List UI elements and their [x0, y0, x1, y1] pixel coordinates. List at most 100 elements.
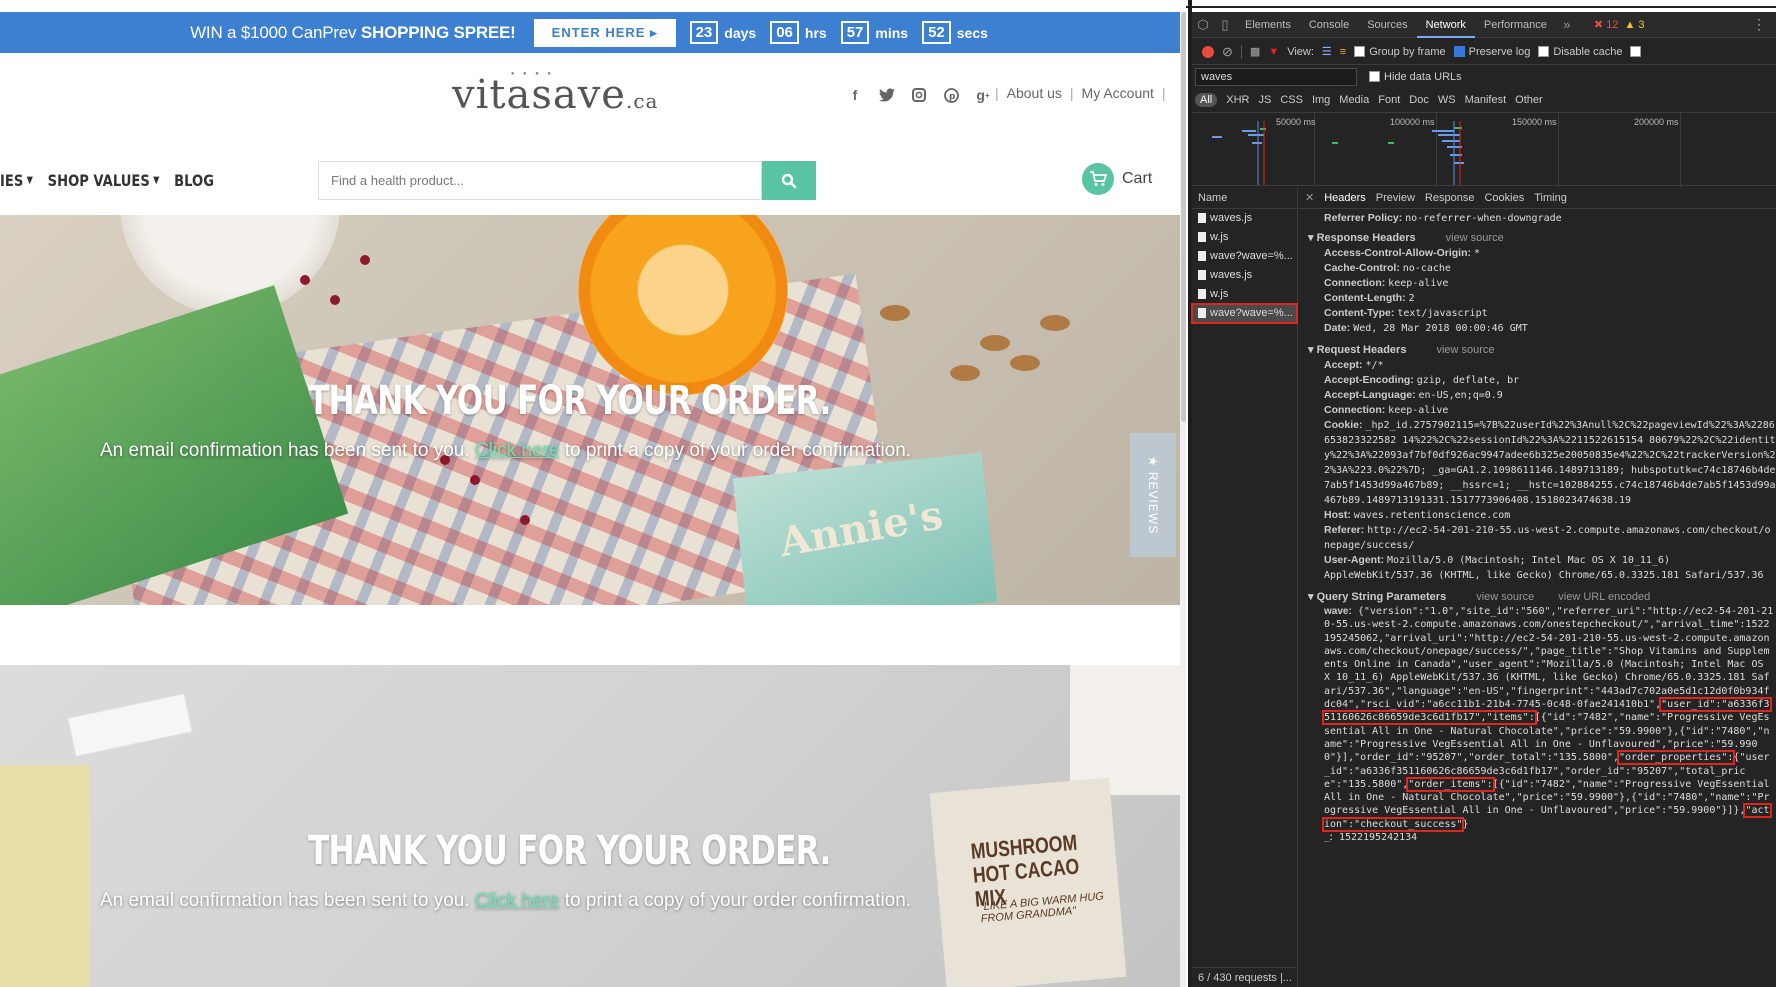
- about-us-link[interactable]: About us: [1007, 85, 1062, 101]
- search-input[interactable]: Find a health product...: [318, 161, 762, 200]
- type-filter-js[interactable]: JS: [1258, 94, 1271, 106]
- cart-link[interactable]: Cart: [1082, 163, 1152, 195]
- request-headers-section[interactable]: ▾ Request Headers view source: [1299, 342, 1776, 358]
- request-row[interactable]: waves.js: [1192, 209, 1297, 228]
- close-detail-icon[interactable]: ✕: [1305, 191, 1314, 204]
- countdown-mins: 57: [840, 21, 870, 44]
- disable-cache-checkbox[interactable]: Disable cache: [1538, 45, 1622, 58]
- devtools-menu-icon[interactable]: ⋮: [1752, 16, 1766, 33]
- request-row[interactable]: wave?wave=%...: [1192, 247, 1297, 266]
- type-filter-ws[interactable]: WS: [1438, 94, 1456, 106]
- waterfall-view-icon[interactable]: ≡: [1340, 46, 1346, 58]
- view-url-encoded-link[interactable]: view URL encoded: [1558, 591, 1650, 603]
- caret-down-icon: ▼: [153, 175, 160, 186]
- enter-here-button[interactable]: ENTER HERE ▸: [533, 18, 676, 47]
- list-view-icon[interactable]: ☰: [1322, 45, 1332, 58]
- top-links: | About us | My Account |: [995, 85, 1166, 101]
- name-column-header[interactable]: Name: [1192, 187, 1297, 209]
- print-confirmation-link-2[interactable]: Click here: [475, 890, 559, 911]
- facebook-icon[interactable]: f: [846, 86, 864, 104]
- inspect-element-icon[interactable]: ⬡: [1192, 17, 1214, 33]
- tab-cookies[interactable]: Cookies: [1484, 192, 1524, 204]
- nav-item-categories[interactable]: IES ▼: [0, 171, 33, 190]
- tab-sources[interactable]: Sources: [1358, 12, 1416, 38]
- filter-input[interactable]: waves: [1195, 68, 1357, 86]
- email-confirmation-text-2: An email confirmation has been sent to y…: [100, 890, 912, 911]
- request-list: Name waves.js w.js wave?wave=%... waves.…: [1191, 187, 1298, 987]
- twitter-icon[interactable]: [878, 86, 896, 104]
- tab-timing[interactable]: Timing: [1534, 192, 1567, 204]
- nav-item-blog[interactable]: BLOG: [174, 171, 214, 190]
- type-filter-css[interactable]: CSS: [1280, 94, 1303, 106]
- highlight-order-properties: "order_properties":: [1617, 750, 1736, 766]
- more-tabs-icon[interactable]: »: [1556, 17, 1578, 32]
- request-row[interactable]: w.js: [1192, 228, 1297, 247]
- view-source-link[interactable]: view source: [1436, 344, 1494, 356]
- box-brand-text: Annie's: [775, 491, 947, 567]
- network-toolbar: ⊘ ▩ ▼ View: ☰ ≡ Group by frame Preserve …: [1192, 39, 1776, 65]
- pinterest-icon[interactable]: p: [942, 86, 960, 104]
- countdown-hrs: 06: [770, 21, 799, 44]
- query-underscore-param: _: 1522195242134: [1324, 832, 1418, 844]
- screenshot-icon[interactable]: ▩: [1250, 45, 1260, 58]
- tab-performance[interactable]: Performance: [1475, 12, 1556, 38]
- thank-you-heading-2: THANK YOU FOR YOUR ORDER.: [308, 828, 831, 874]
- countdown-secs-label: secs: [956, 24, 988, 41]
- request-row[interactable]: waves.js: [1192, 266, 1297, 285]
- tab-console[interactable]: Console: [1300, 12, 1358, 38]
- type-filter-img[interactable]: Img: [1312, 94, 1330, 106]
- tab-headers[interactable]: Headers: [1324, 192, 1366, 204]
- request-row[interactable]: w.js: [1192, 285, 1297, 304]
- type-filter-xhr[interactable]: XHR: [1226, 94, 1249, 106]
- header-row: Date: Wed, 28 Mar 2018 00:00:46 GMT: [1324, 322, 1528, 334]
- hero-image-2: MUSHROOM HOT CACAO MIX "LIKE A BIG WARM H…: [0, 665, 1180, 987]
- view-source-link[interactable]: view source: [1446, 232, 1504, 244]
- network-overview-timeline[interactable]: 50000 ms 100000 ms 150000 ms 200000 ms: [1192, 112, 1776, 187]
- search-button[interactable]: [762, 161, 816, 200]
- device-toolbar-icon[interactable]: ▯: [1214, 17, 1236, 33]
- cookie-header-row: Cookie: _hp2_id.2757902115=%7B%22userId%…: [1324, 419, 1776, 506]
- nav-item-shop-values[interactable]: SHOP VALUES ▼: [48, 171, 160, 190]
- tab-elements[interactable]: Elements: [1236, 12, 1300, 38]
- header-row: Content-Length: 2: [1324, 292, 1415, 304]
- hide-data-urls-checkbox[interactable]: Hide data URLs: [1369, 71, 1462, 83]
- email-confirmation-text: An email confirmation has been sent to y…: [100, 440, 912, 461]
- type-filter-other[interactable]: Other: [1515, 94, 1543, 106]
- offline-checkbox[interactable]: [1630, 46, 1642, 57]
- tab-preview[interactable]: Preview: [1376, 192, 1415, 204]
- query-string-section[interactable]: ▾ Query String Parameters view source view…: [1299, 589, 1776, 605]
- response-headers-section[interactable]: ▾ Response Headers view source: [1299, 230, 1776, 246]
- warning-count[interactable]: ▲ 3: [1624, 19, 1644, 31]
- record-icon[interactable]: [1202, 45, 1214, 58]
- google-plus-icon[interactable]: g +: [974, 86, 992, 104]
- thank-you-heading: THANK YOU FOR YOUR ORDER.: [308, 378, 831, 424]
- reviews-tab[interactable]: ★ REVIEWS: [1130, 433, 1176, 557]
- countdown: 23 days 06 hrs 57 mins 52 secs: [689, 21, 996, 44]
- request-row-selected[interactable]: wave?wave=%...: [1191, 303, 1298, 324]
- type-filter-font[interactable]: Font: [1378, 94, 1400, 106]
- my-account-link[interactable]: My Account: [1082, 85, 1154, 101]
- view-source-link[interactable]: view source: [1476, 591, 1534, 603]
- page-scrollbar-thumb[interactable]: [1181, 12, 1186, 422]
- cart-label: Cart: [1122, 170, 1153, 187]
- tab-network[interactable]: Network: [1416, 12, 1475, 38]
- promo-banner: WIN a $1000 CanPrev SHOPPING SPREE! ENTE…: [0, 12, 1186, 53]
- countdown-secs: 52: [922, 21, 951, 44]
- tab-response[interactable]: Response: [1425, 192, 1475, 204]
- type-filter-all[interactable]: All: [1195, 93, 1218, 107]
- devtools-tabbar: ⬡ ▯ Elements Console Sources Network Per…: [1192, 12, 1776, 38]
- site-logo[interactable]: • • • • vitasave.ca: [452, 70, 658, 118]
- type-filter-media[interactable]: Media: [1339, 94, 1369, 106]
- countdown-mins-label: mins: [875, 24, 909, 41]
- instagram-icon[interactable]: [910, 86, 928, 104]
- detail-tabbar: ✕ Headers Preview Response Cookies Timin…: [1299, 187, 1776, 209]
- clear-icon[interactable]: ⊘: [1222, 44, 1233, 60]
- preserve-log-checkbox[interactable]: Preserve log: [1453, 45, 1530, 58]
- type-filter-doc[interactable]: Doc: [1409, 94, 1429, 106]
- print-confirmation-link[interactable]: Click here: [475, 440, 559, 461]
- filter-icon[interactable]: ▼: [1268, 46, 1279, 58]
- group-by-frame-checkbox[interactable]: Group by frame: [1354, 45, 1446, 58]
- type-filter-manifest[interactable]: Manifest: [1465, 94, 1507, 106]
- header-row: Access-Control-Allow-Origin: *: [1324, 247, 1480, 259]
- error-count[interactable]: ✖ 12: [1594, 18, 1619, 31]
